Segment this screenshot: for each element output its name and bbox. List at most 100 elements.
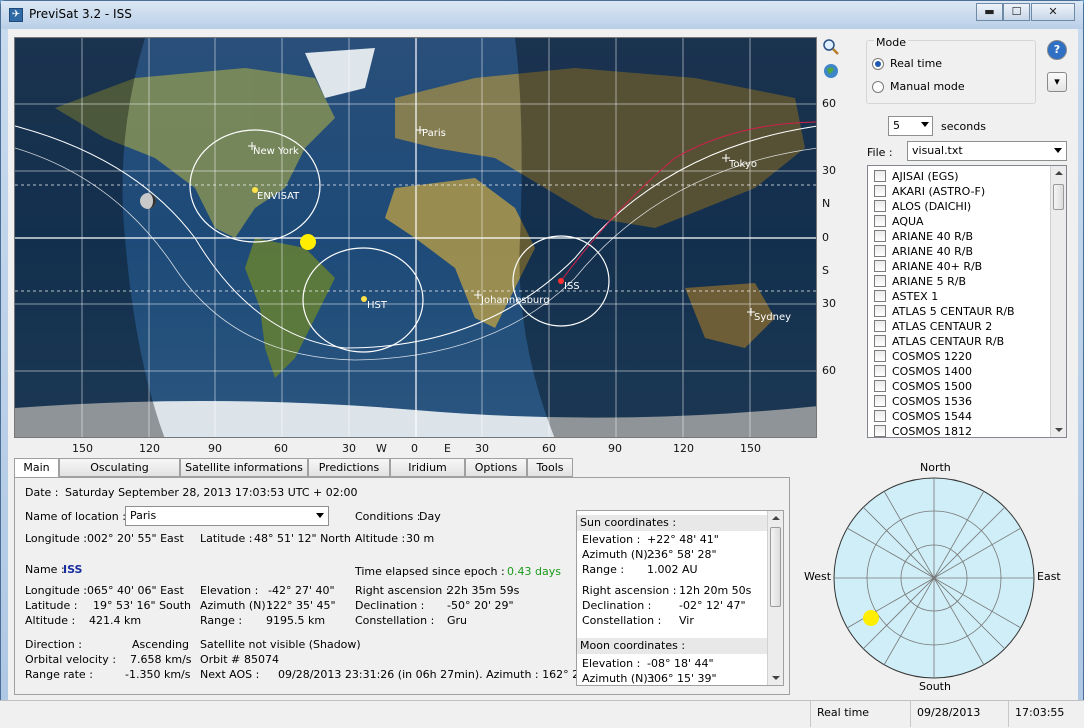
satellite-list-item[interactable]: ARIANE 40+ R/B xyxy=(868,259,1050,274)
sat-altitude-label: Altitude : xyxy=(25,614,76,627)
satellite-list-item[interactable]: COSMOS 1812 xyxy=(868,424,1050,437)
sun-constellation-label: Constellation : xyxy=(582,614,662,627)
moon-azimuth-value: 306° 15' 39" xyxy=(647,672,717,685)
satellite-checkbox[interactable] xyxy=(874,365,886,377)
satellite-icon: ✈ xyxy=(9,8,23,22)
satellite-list-item[interactable]: ARIANE 40 R/B xyxy=(868,244,1050,259)
interval-arrow-icon xyxy=(921,122,929,127)
sun-marker xyxy=(300,234,316,250)
satellite-checkbox[interactable] xyxy=(874,410,886,422)
satellite-list-item[interactable]: ARIANE 5 R/B xyxy=(868,274,1050,289)
satellite-list-item[interactable]: ARIANE 40 R/B xyxy=(868,229,1050,244)
chevron-down-icon[interactable]: ▾ xyxy=(1047,72,1067,92)
satellite-list-item[interactable]: ATLAS 5 CENTAUR R/B xyxy=(868,304,1050,319)
satellite-checkbox[interactable] xyxy=(874,245,886,257)
satellite-checkbox[interactable] xyxy=(874,185,886,197)
sun-declination-value: -02° 12' 47" xyxy=(679,599,746,612)
realtime-radio[interactable] xyxy=(872,58,884,70)
satellite-name: COSMOS 1400 xyxy=(892,365,972,378)
satellite-name: ATLAS CENTAUR 2 xyxy=(892,320,993,333)
sat-label-hst[interactable]: HST xyxy=(367,300,387,311)
tab-satellite-informations[interactable]: Satellite informations xyxy=(180,458,308,477)
minimize-button[interactable]: ▬ xyxy=(976,3,1003,21)
sun-moon-scrollbar[interactable] xyxy=(767,511,783,685)
tab-options[interactable]: Options xyxy=(465,458,527,477)
satellite-list-item[interactable]: ASTEX 1 xyxy=(868,289,1050,304)
conditions-label: Conditions : xyxy=(355,510,421,523)
lon-tick: 30 xyxy=(342,442,356,455)
zoom-icon[interactable] xyxy=(822,38,840,56)
lat-tick: S xyxy=(822,264,829,277)
satellite-list-item[interactable]: AJISAI (EGS) xyxy=(868,169,1050,184)
range-rate-value: -1.350 km/s xyxy=(125,668,191,681)
close-button[interactable]: ✕ xyxy=(1031,3,1075,21)
tab-osculating-elements[interactable]: Osculating elements xyxy=(59,458,180,491)
satellite-list[interactable]: AJISAI (EGS) AKARI (ASTRO-F) ALOS (DAICHI)… xyxy=(867,165,1067,438)
help-icon[interactable]: ? xyxy=(1047,40,1067,60)
manual-mode-label[interactable]: Manual mode xyxy=(890,80,965,93)
satellite-list-item[interactable]: COSMOS 1536 xyxy=(868,394,1050,409)
satellite-checkbox[interactable] xyxy=(874,230,886,242)
tab-main[interactable]: Main xyxy=(14,458,59,478)
lon-tick: 60 xyxy=(274,442,288,455)
satellite-checkbox[interactable] xyxy=(874,305,886,317)
lat-tick: 30 xyxy=(822,297,836,310)
realtime-label[interactable]: Real time xyxy=(890,57,942,70)
direction-value: Ascending xyxy=(132,638,190,651)
tab-iridium-flares[interactable]: Iridium flares xyxy=(390,458,465,491)
file-arrow-icon xyxy=(1054,148,1062,153)
satellite-name: ALOS (DAICHI) xyxy=(892,200,972,213)
satellite-checkbox[interactable] xyxy=(874,395,886,407)
satellite-name: ARIANE 40 R/B xyxy=(892,245,974,258)
orbit-value: 85074 xyxy=(244,653,279,666)
satellite-name: AQUA xyxy=(892,215,924,228)
satellite-checkbox[interactable] xyxy=(874,200,886,212)
satellite-checkbox[interactable] xyxy=(874,320,886,332)
sat-altitude-value: 421.4 km xyxy=(89,614,142,627)
satellite-checkbox[interactable] xyxy=(874,170,886,182)
status-mode: Real time xyxy=(810,701,900,727)
globe-icon[interactable] xyxy=(823,63,839,79)
sky-west-label: West xyxy=(804,570,832,583)
satellite-checkbox[interactable] xyxy=(874,215,886,227)
sun-header: Sun coordinates : xyxy=(577,515,768,531)
location-select[interactable]: Paris xyxy=(125,506,329,526)
manual-mode-radio[interactable] xyxy=(872,81,884,93)
satellite-list-item[interactable]: AQUA xyxy=(868,214,1050,229)
sun-constellation-value: Vir xyxy=(679,614,694,627)
satellite-checkbox[interactable] xyxy=(874,335,886,347)
tab-predictions[interactable]: Predictions xyxy=(308,458,390,477)
satellite-list-item[interactable]: ATLAS CENTAUR R/B xyxy=(868,334,1050,349)
satellite-list-item[interactable]: COSMOS 1544 xyxy=(868,409,1050,424)
sky-map[interactable] xyxy=(832,476,1036,680)
satellite-checkbox[interactable] xyxy=(874,275,886,287)
sun-declination-label: Declination : xyxy=(582,599,652,612)
sat-label-iss[interactable]: ISS xyxy=(564,281,580,292)
tab-tools[interactable]: Tools xyxy=(527,458,573,477)
file-select[interactable]: visual.txt xyxy=(907,141,1067,161)
satellite-list-item[interactable]: COSMOS 1220 xyxy=(868,349,1050,364)
satellite-list-item[interactable]: COSMOS 1400 xyxy=(868,364,1050,379)
sat-range-value: 9195.5 km xyxy=(266,614,326,627)
satellite-list-item[interactable]: AKARI (ASTRO-F) xyxy=(868,184,1050,199)
world-map[interactable]: Paris New York Tokyo ENVISAT HST ISS Joh… xyxy=(14,37,817,438)
maximize-button[interactable]: ☐ xyxy=(1003,3,1030,21)
satellite-checkbox[interactable] xyxy=(874,380,886,392)
satellite-checkbox[interactable] xyxy=(874,425,886,437)
sky-east-label: East xyxy=(1037,570,1061,583)
satellite-list-item[interactable]: COSMOS 1500 xyxy=(868,379,1050,394)
satellite-list-item[interactable]: ATLAS CENTAUR 2 xyxy=(868,319,1050,334)
satellite-list-scrollbar[interactable] xyxy=(1050,166,1066,437)
moon-elevation-value: -08° 18' 44" xyxy=(647,657,714,670)
obs-altitude-value: 30 m xyxy=(406,532,435,545)
mode-title: Mode xyxy=(874,36,908,49)
lon-tick: W xyxy=(376,442,387,455)
satellite-list-item[interactable]: ALOS (DAICHI) xyxy=(868,199,1050,214)
sat-label-envisat[interactable]: ENVISAT xyxy=(257,191,299,202)
sun-moon-panel[interactable]: Sun coordinates : Elevation : +22° 48' 4… xyxy=(576,510,784,686)
lat-tick: 60 xyxy=(822,364,836,377)
satellite-checkbox[interactable] xyxy=(874,350,886,362)
satellite-checkbox[interactable] xyxy=(874,260,886,272)
satellite-checkbox[interactable] xyxy=(874,290,886,302)
location-arrow-icon xyxy=(316,513,324,518)
